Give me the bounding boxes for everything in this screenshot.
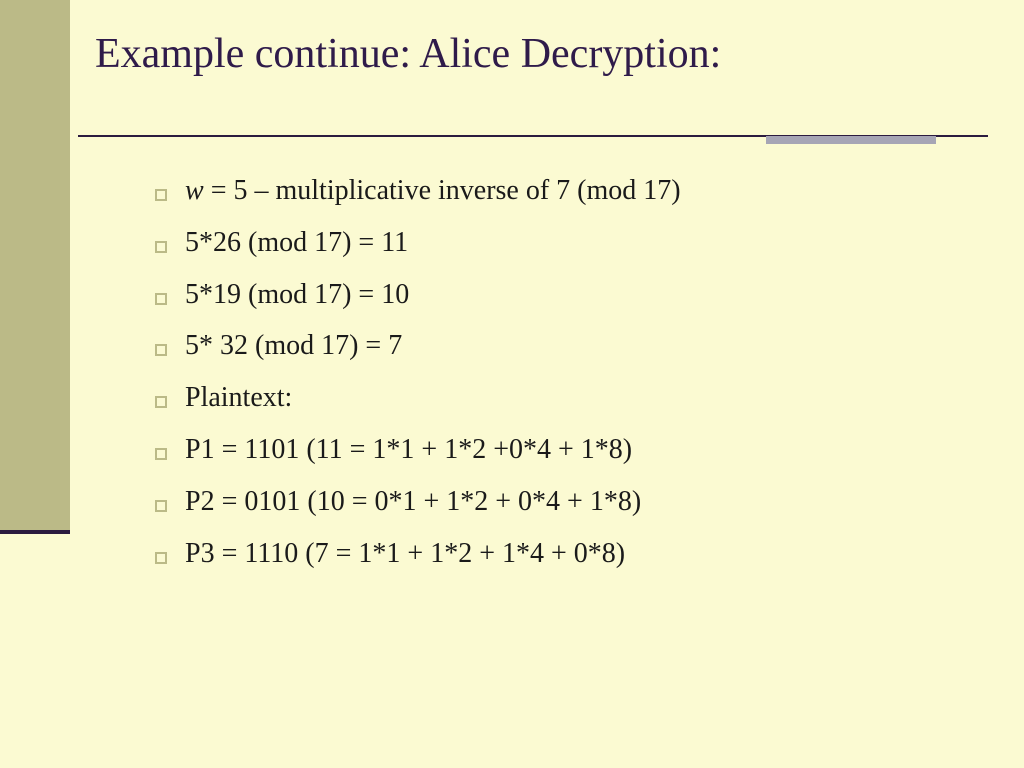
bullet-square-icon <box>155 293 167 305</box>
list-item: w = 5 – multiplicative inverse of 7 (mod… <box>155 172 681 210</box>
bullet-text: w = 5 – multiplicative inverse of 7 (mod… <box>185 172 681 210</box>
bullet-square-icon <box>155 448 167 460</box>
left-dash-decoration <box>0 530 70 534</box>
list-item: 5*19 (mod 17) = 10 <box>155 276 681 314</box>
bullet-text: P1 = 1101 (11 = 1*1 + 1*2 +0*4 + 1*8) <box>185 431 632 469</box>
list-item: 5*26 (mod 17) = 11 <box>155 224 681 262</box>
list-item: 5* 32 (mod 17) = 7 <box>155 327 681 365</box>
bullet-text: P2 = 0101 (10 = 0*1 + 1*2 + 0*4 + 1*8) <box>185 483 641 521</box>
bullet-square-icon <box>155 552 167 564</box>
bullet-text: P3 = 1110 (7 = 1*1 + 1*2 + 1*4 + 0*8) <box>185 535 625 573</box>
title-underline-accent <box>766 136 936 144</box>
bullet-square-icon <box>155 396 167 408</box>
list-item: P1 = 1101 (11 = 1*1 + 1*2 +0*4 + 1*8) <box>155 431 681 469</box>
bullet-list: w = 5 – multiplicative inverse of 7 (mod… <box>155 172 681 586</box>
slide-title: Example continue: Alice Decryption: <box>95 30 721 78</box>
bullet-square-icon <box>155 189 167 201</box>
left-sidebar-decoration <box>0 0 70 530</box>
list-item: P3 = 1110 (7 = 1*1 + 1*2 + 1*4 + 0*8) <box>155 535 681 573</box>
bullet-text: 5*26 (mod 17) = 11 <box>185 224 408 262</box>
bullet-square-icon <box>155 344 167 356</box>
bullet-square-icon <box>155 241 167 253</box>
bullet-square-icon <box>155 500 167 512</box>
bullet-text: 5* 32 (mod 17) = 7 <box>185 327 402 365</box>
list-item: Plaintext: <box>155 379 681 417</box>
bullet-text: Plaintext: <box>185 379 292 417</box>
bullet-text: 5*19 (mod 17) = 10 <box>185 276 409 314</box>
list-item: P2 = 0101 (10 = 0*1 + 1*2 + 0*4 + 1*8) <box>155 483 681 521</box>
